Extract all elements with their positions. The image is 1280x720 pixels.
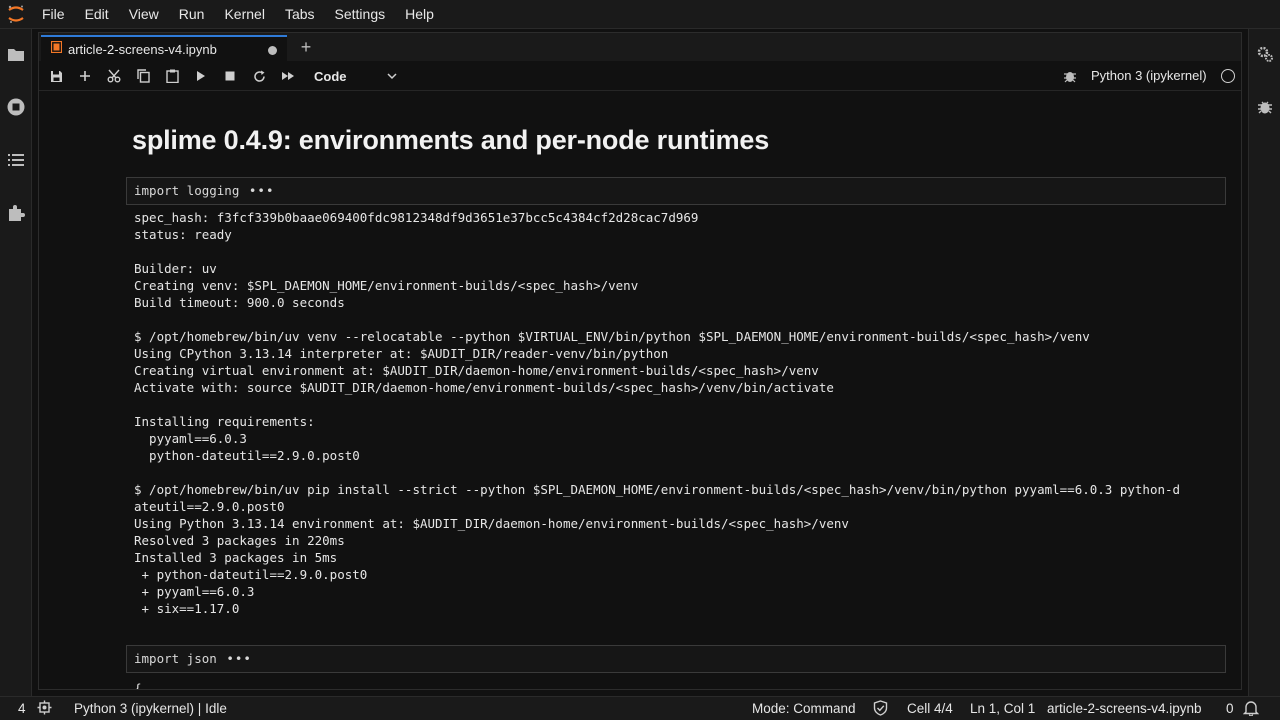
- notebook-panel: article-2-screens-v4.ipynb + Code Python…: [38, 32, 1242, 690]
- unsaved-dot-icon[interactable]: [268, 46, 277, 55]
- kernel-name[interactable]: Python 3 (ipykernel): [1091, 66, 1207, 86]
- left-sidebar: [0, 29, 32, 696]
- output-line: Installing requirements:: [134, 414, 315, 429]
- cell-output: spec_hash: f3fcf339b0baae069400fdc981234…: [134, 209, 1234, 617]
- output-line: Creating venv: $SPL_DAEMON_HOME/environm…: [134, 278, 639, 293]
- cut-icon[interactable]: [105, 67, 123, 85]
- menu-help[interactable]: Help: [395, 0, 444, 29]
- output-line: + python-dateutil==2.9.0.post0: [134, 567, 368, 582]
- terminal-count[interactable]: 4: [18, 701, 26, 717]
- save-icon[interactable]: [47, 67, 65, 85]
- output-line: Installed 3 packages in 5ms: [134, 550, 338, 565]
- kernel-status-icon: [1221, 69, 1235, 83]
- kernel-state[interactable]: Python 3 (ipykernel) | Idle: [74, 701, 227, 717]
- add-tab-button[interactable]: +: [293, 35, 319, 59]
- folder-icon[interactable]: [6, 44, 26, 64]
- output-line: Creating virtual environment at: $AUDIT_…: [134, 363, 819, 378]
- code-cell-json[interactable]: import json •••: [126, 645, 1226, 673]
- run-icon[interactable]: [192, 67, 210, 85]
- table-of-contents-icon[interactable]: [6, 150, 26, 170]
- status-bar: 4 Python 3 (ipykernel) | Idle Mode: Comm…: [0, 696, 1280, 720]
- property-inspector-gears-icon[interactable]: [1256, 45, 1274, 63]
- cell-code: import json: [134, 651, 217, 666]
- menu-tabs[interactable]: Tabs: [275, 0, 325, 29]
- output-line: status: ready: [134, 227, 232, 242]
- output-line: Using Python 3.13.14 environment at: $AU…: [134, 516, 849, 531]
- output-line: spec_hash: f3fcf339b0baae069400fdc981234…: [134, 210, 699, 225]
- chevron-down-icon: [387, 68, 397, 83]
- output-line: Resolved 3 packages in 220ms: [134, 533, 345, 548]
- menu-settings[interactable]: Settings: [325, 0, 396, 29]
- mode-indicator[interactable]: Mode: Command: [752, 701, 856, 717]
- bell-icon[interactable]: [1242, 700, 1260, 720]
- debugger-bug-icon[interactable]: [1256, 98, 1274, 116]
- output-line: Builder: uv: [134, 261, 217, 276]
- output-line: $ /opt/homebrew/bin/uv venv --relocatabl…: [134, 329, 1090, 344]
- extensions-icon[interactable]: [6, 203, 26, 223]
- cell-type-label: Code: [314, 68, 347, 84]
- cell-indicator: Cell 4/4: [907, 701, 953, 716]
- cell-output-json: {: [134, 681, 142, 689]
- menu-file[interactable]: File: [32, 0, 75, 29]
- menu-kernel[interactable]: Kernel: [214, 0, 274, 29]
- tab-bar: article-2-screens-v4.ipynb +: [39, 33, 1241, 61]
- file-name: article-2-screens-v4.ipynb: [1047, 701, 1202, 716]
- notebook-content: splime 0.4.9: environments and per-node …: [39, 92, 1241, 689]
- jupyter-logo-icon: [0, 0, 32, 29]
- notification-count: 0: [1226, 701, 1234, 716]
- markdown-heading: splime 0.4.9: environments and per-node …: [132, 125, 770, 155]
- menu-edit[interactable]: Edit: [75, 0, 119, 29]
- running-kernels-icon[interactable]: [6, 97, 26, 117]
- output-line: + six==1.17.0: [134, 601, 240, 616]
- collapsed-code-ellipsis[interactable]: •••: [226, 651, 252, 666]
- output-line: ateutil==2.9.0.post0: [134, 499, 285, 514]
- output-line: $ /opt/homebrew/bin/uv pip install --str…: [134, 482, 1181, 497]
- tab-notebook[interactable]: article-2-screens-v4.ipynb: [41, 35, 287, 61]
- notebook-file-icon: [50, 40, 63, 58]
- insert-cell-icon[interactable]: [76, 67, 94, 85]
- restart-icon[interactable]: [250, 67, 268, 85]
- menu-view[interactable]: View: [119, 0, 169, 29]
- menu-run[interactable]: Run: [169, 0, 215, 29]
- collapsed-code-ellipsis[interactable]: •••: [249, 183, 275, 198]
- cell-code: import logging: [134, 183, 240, 198]
- stop-icon[interactable]: [221, 67, 239, 85]
- code-cell-logging[interactable]: import logging •••: [126, 177, 1226, 205]
- output-line: + pyyaml==6.0.3: [134, 584, 255, 599]
- kernel-gear-icon[interactable]: [37, 700, 52, 719]
- debug-bug-icon[interactable]: [1061, 67, 1079, 85]
- cell-type-dropdown[interactable]: Code: [314, 67, 404, 85]
- right-sidebar: [1248, 29, 1280, 696]
- output-line: Build timeout: 900.0 seconds: [134, 295, 345, 310]
- paste-icon[interactable]: [163, 67, 181, 85]
- fast-forward-icon[interactable]: [279, 67, 297, 85]
- output-line: pyyaml==6.0.3: [134, 431, 247, 446]
- tab-label: article-2-screens-v4.ipynb: [68, 41, 217, 57]
- menu-bar: File Edit View Run Kernel Tabs Settings …: [0, 0, 1280, 29]
- notebook-toolbar: Code Python 3 (ipykernel): [39, 61, 1241, 91]
- output-line: python-dateutil==2.9.0.post0: [134, 448, 360, 463]
- output-line: Activate with: source $AUDIT_DIR/daemon-…: [134, 380, 834, 395]
- cursor-position[interactable]: Ln 1, Col 1: [970, 701, 1035, 717]
- copy-icon[interactable]: [134, 67, 152, 85]
- output-line: Using CPython 3.13.14 interpreter at: $A…: [134, 346, 669, 361]
- trust-shield-icon[interactable]: [873, 700, 888, 720]
